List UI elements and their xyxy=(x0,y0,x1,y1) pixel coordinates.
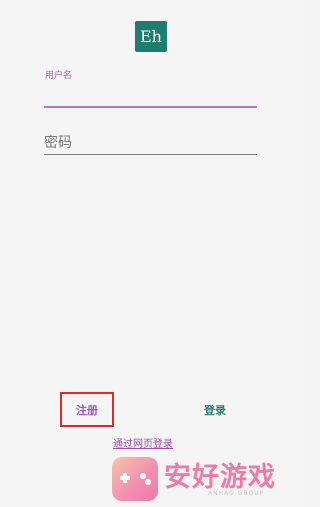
register-button[interactable]: 注册 xyxy=(60,392,114,427)
login-screen: Eh 用户名 注册 登录 通过网页登录 安好游戏 ANHAO GROUP xyxy=(0,0,300,507)
username-input[interactable] xyxy=(44,84,257,108)
app-logo: Eh xyxy=(135,21,167,52)
password-input[interactable] xyxy=(44,131,257,155)
watermark-title: 安好游戏 xyxy=(164,462,276,493)
watermark: 安好游戏 ANHAO GROUP xyxy=(112,453,300,505)
username-label: 用户名 xyxy=(45,71,73,81)
web-login-link[interactable]: 通过网页登录 xyxy=(113,435,173,450)
gamepad-icon xyxy=(112,457,158,501)
login-button[interactable]: 登录 xyxy=(195,400,235,420)
watermark-subtitle: ANHAO GROUP xyxy=(208,490,265,497)
